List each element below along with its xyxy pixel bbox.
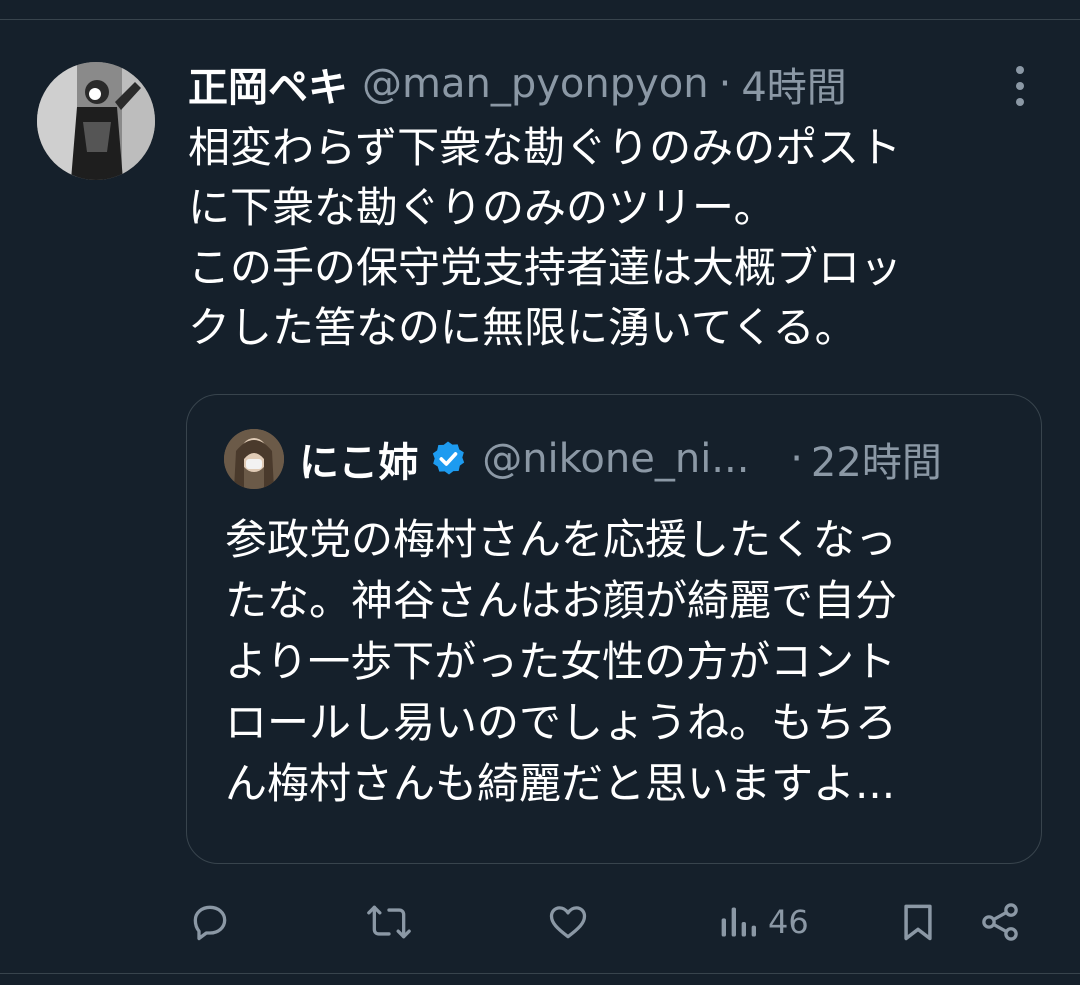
quote-author-handle[interactable]: @nikone_ni... xyxy=(482,436,772,482)
author-handle[interactable]: @man_pyonpyon xyxy=(362,61,709,107)
quote-text-line: ロールし易いのでしょうね。もちろ xyxy=(225,698,898,747)
quote-text-line: より一歩下がった女性の方がコント xyxy=(225,637,897,686)
tweet-text: 相変わらず下衆な勘ぐりのみのポスト に下衆な勘ぐりのみのツリー。 この手の保守党… xyxy=(188,118,1048,358)
quote-text: 参政党の梅村さんを応援したくなっ たな。神谷さんはお顔が綺麗で自分 より一歩下が… xyxy=(225,509,1015,814)
tweet-text-line: この手の保守党支持者達は大概ブロッ xyxy=(188,243,903,292)
retweet-button[interactable] xyxy=(365,898,413,946)
quote-header-separator: · xyxy=(790,436,803,482)
like-button[interactable] xyxy=(546,898,590,946)
views-count: 46 xyxy=(768,903,809,941)
tweet-page: 正岡ペキ @man_pyonpyon · 4時間 相変わらず下衆な勘ぐりのみのポ… xyxy=(0,0,1080,985)
heart-icon xyxy=(546,900,590,944)
author-avatar[interactable] xyxy=(37,62,155,180)
quote-author-name[interactable]: にこ姉 xyxy=(299,430,418,488)
top-divider xyxy=(0,19,1080,20)
bottom-divider xyxy=(0,973,1080,974)
tweet-text-line: クした筈なのに無限に湧いてくる。 xyxy=(188,303,857,352)
quote-header: にこ姉 @nikone_ni... · 22時間 xyxy=(299,431,942,487)
author-name[interactable]: 正岡ペキ xyxy=(188,55,348,113)
action-bar: 46 xyxy=(0,890,1080,960)
share-icon xyxy=(978,900,1022,944)
retweet-icon xyxy=(365,900,413,944)
quoted-tweet-card[interactable]: にこ姉 @nikone_ni... · 22時間 参政党の梅村さんを応援したくな… xyxy=(186,394,1042,864)
header-separator: · xyxy=(718,61,732,107)
quote-text-line: 参政党の梅村さんを応援したくなっ xyxy=(225,515,898,564)
reply-icon xyxy=(188,900,232,944)
reply-button[interactable] xyxy=(188,898,232,946)
bookmark-button[interactable] xyxy=(896,898,940,946)
more-vertical-icon[interactable] xyxy=(1003,66,1037,106)
tweet-header: 正岡ペキ @man_pyonpyon · 4時間 xyxy=(188,56,847,112)
tweet-time[interactable]: 4時間 xyxy=(741,55,846,113)
quote-text-line: ん梅村さんも綺麗だと思いますよ... xyxy=(225,759,896,808)
verified-badge-icon xyxy=(428,439,468,479)
quote-text-line: たな。神谷さんはお顔が綺麗で自分 xyxy=(225,576,898,625)
views-button[interactable]: 46 xyxy=(718,898,809,946)
bookmark-icon xyxy=(896,900,940,944)
quote-time[interactable]: 22時間 xyxy=(811,430,942,488)
tweet-text-line: に下衆な勘ぐりのみのツリー。 xyxy=(188,183,776,232)
views-chart-icon xyxy=(718,900,758,944)
share-button[interactable] xyxy=(978,898,1022,946)
quote-author-avatar[interactable] xyxy=(224,429,284,489)
tweet-text-line: 相変わらず下衆な勘ぐりのみのポスト xyxy=(188,123,902,172)
